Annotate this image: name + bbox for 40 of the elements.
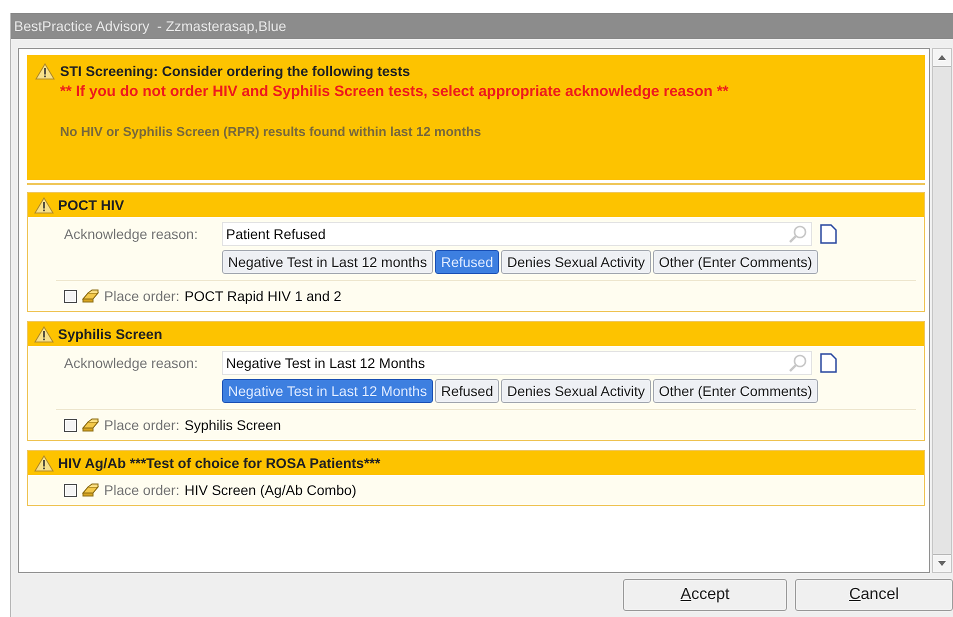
field-label: Acknowledge reason: <box>64 224 199 244</box>
section-title: Syphilis Screen <box>58 324 162 344</box>
reason-field[interactable]: Patient Refused <box>222 222 812 246</box>
order-checkbox[interactable] <box>64 419 77 432</box>
scroll-up-icon[interactable] <box>933 49 951 67</box>
window-title: BestPractice Advisory - Zzmasterasap,Blue <box>14 16 286 36</box>
scrollbar[interactable] <box>932 48 952 573</box>
alert-title: STI Screening: Consider ordering the following tests <box>60 62 410 81</box>
warning-icon <box>34 326 54 342</box>
section-title: HIV Ag/Ab ***Test of choice for ROSA Patients*** <box>58 454 380 473</box>
reason-option-button[interactable]: Other (Enter Comments) <box>652 379 818 403</box>
reason-option-button[interactable]: Denies Sexual Activity <box>501 250 651 274</box>
order-checkbox[interactable] <box>64 484 77 497</box>
document-icon[interactable] <box>820 353 837 373</box>
order-checkbox[interactable] <box>64 290 77 303</box>
order-name: Syphilis Screen <box>184 416 281 435</box>
order-label: Place order: <box>104 287 180 306</box>
order-label: Place order: <box>104 481 180 500</box>
reason-option-button[interactable]: Negative Test in Last 12 months <box>222 250 433 274</box>
reason-option-button[interactable]: Refused <box>434 379 500 403</box>
tray-icon <box>82 483 99 498</box>
section-title: POCT HIV <box>58 196 124 214</box>
order-name: HIV Screen (Ag/Ab Combo) <box>184 481 356 500</box>
alert-note: No HIV or Syphilis Screen (RPR) results found within last 12 months <box>60 122 482 141</box>
tray-icon <box>82 289 99 304</box>
reason-option-button[interactable]: Denies Sexual Activity <box>501 379 651 403</box>
order-name: POCT Rapid HIV 1 and 2 <box>184 287 342 306</box>
alert-warning: ** If you do not order HIV and Syphilis Screen tests, select appropriate acknowledge reason ** <box>60 82 730 102</box>
cancel-button[interactable]: Cancel <box>795 579 953 611</box>
document-icon[interactable] <box>820 224 837 244</box>
accept-button[interactable]: Accept <box>623 579 787 611</box>
reason-option-button[interactable]: Other (Enter Comments) <box>652 250 818 274</box>
warning-icon <box>34 196 54 214</box>
tray-icon <box>82 418 99 433</box>
warning-icon <box>35 63 55 80</box>
warning-icon <box>34 454 54 472</box>
scroll-down-icon[interactable] <box>933 554 951 572</box>
field-label: Acknowledge reason: <box>64 354 199 373</box>
reason-field[interactable]: Negative Test in Last 12 Months <box>222 351 812 375</box>
order-label: Place order: <box>104 416 180 435</box>
